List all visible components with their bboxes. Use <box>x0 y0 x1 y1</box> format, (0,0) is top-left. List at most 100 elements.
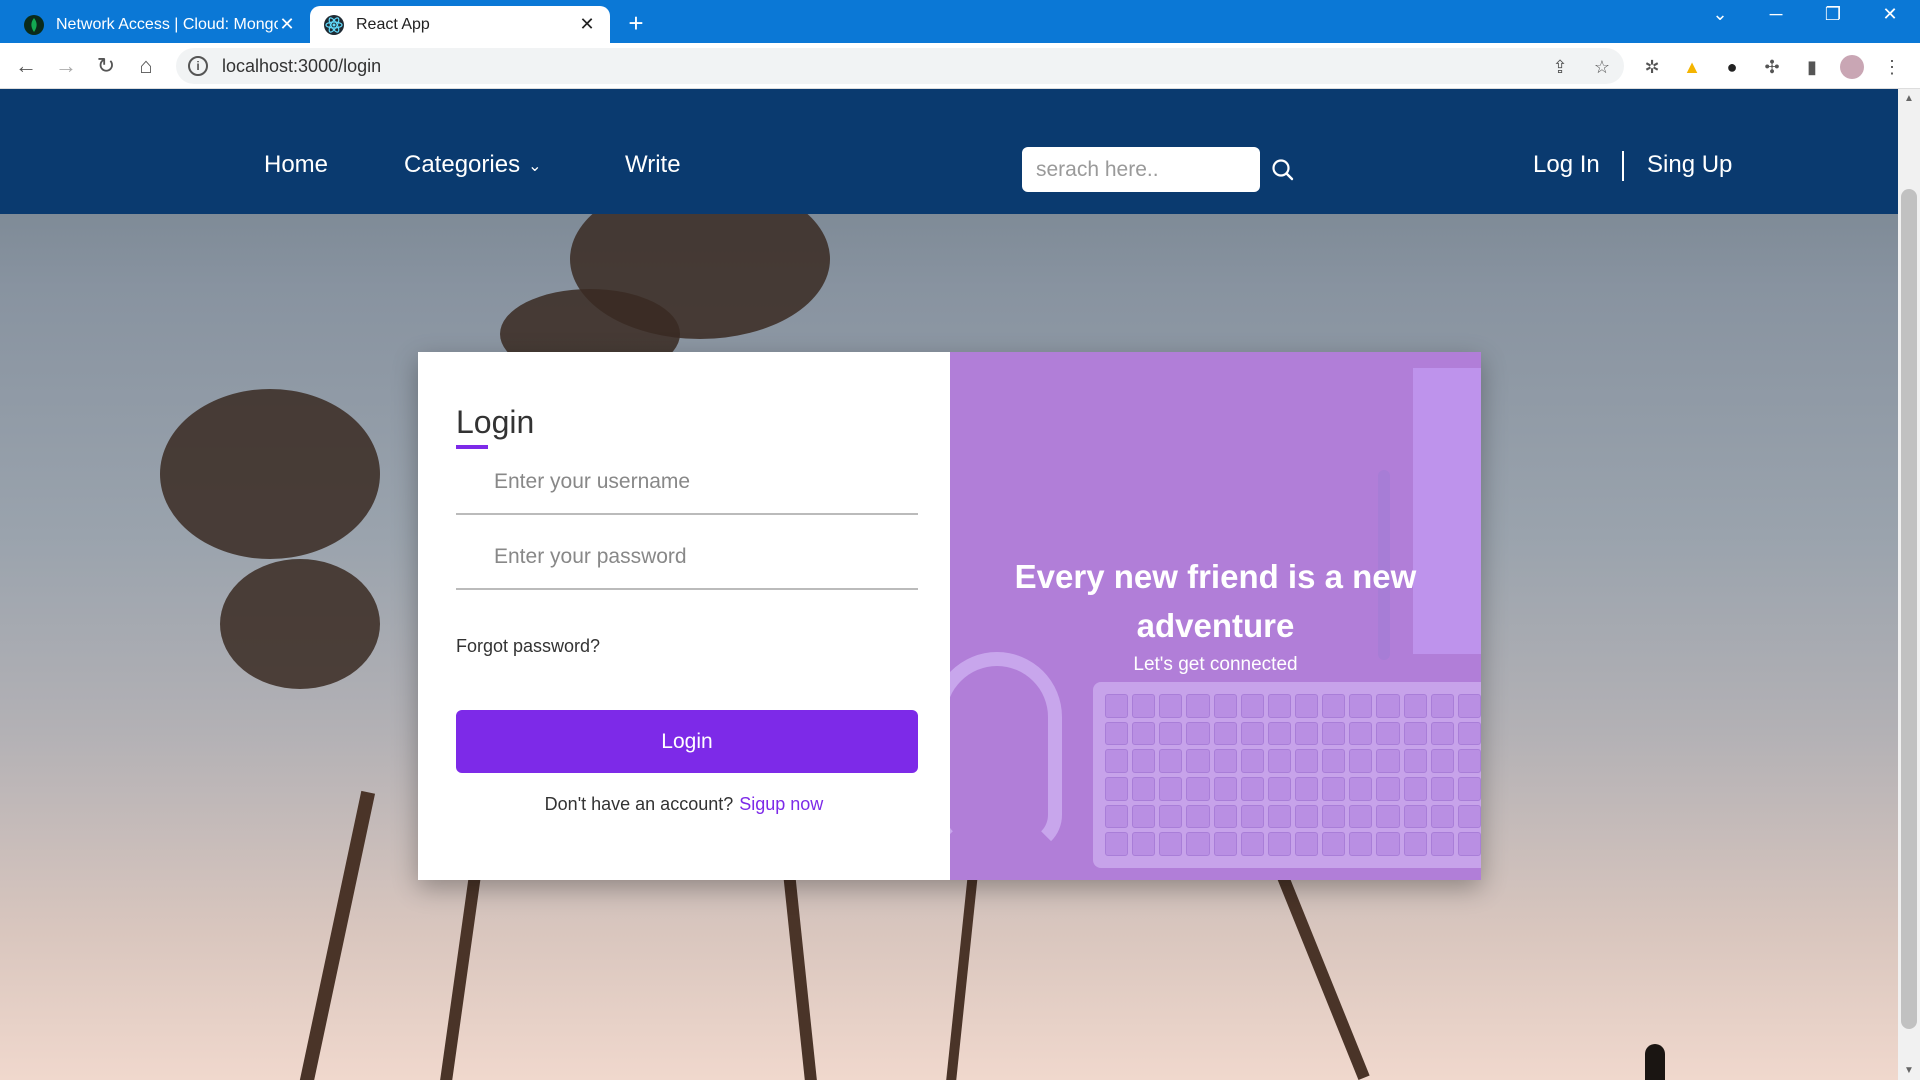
keyboard-key <box>1430 694 1454 718</box>
no-account-text: Don't have an account? <box>544 794 734 814</box>
scroll-down-icon[interactable]: ▼ <box>1903 1065 1915 1076</box>
keyboard-key <box>1403 832 1427 856</box>
nav-divider <box>1622 151 1624 181</box>
keyboard-key <box>1186 832 1210 856</box>
forgot-password-link[interactable]: Forgot password? <box>456 636 600 657</box>
keyboard-key <box>1105 721 1129 746</box>
url-text: localhost:3000/login <box>222 55 382 76</box>
chevron-down-icon: ⌄ <box>528 157 542 175</box>
keyboard-key <box>1430 776 1454 801</box>
search-input[interactable] <box>1022 147 1260 192</box>
keyboard-key <box>1213 721 1237 746</box>
keyboard-key <box>1159 721 1183 746</box>
home-icon[interactable]: ⌂ <box>132 52 160 80</box>
keyboard-key <box>1403 694 1427 718</box>
nav-write[interactable]: Write <box>625 151 681 179</box>
google-drive-icon[interactable]: ▲ <box>1680 55 1704 79</box>
keyboard-image <box>1093 682 1481 868</box>
menu-kebab-icon[interactable]: ⋮ <box>1880 55 1904 79</box>
keyboard-key <box>1159 776 1183 801</box>
tab-react-app[interactable]: React App ✕ <box>310 6 610 43</box>
promo-panel: Every new friend is a new adventure Let'… <box>950 352 1481 880</box>
keyboard-key <box>1322 721 1346 746</box>
keyboard-key <box>1240 721 1264 746</box>
keyboard-key <box>1186 776 1210 801</box>
keyboard-key <box>1213 804 1237 829</box>
bug-extension-icon[interactable]: ✲ <box>1640 55 1664 79</box>
forward-icon[interactable]: → <box>52 52 80 80</box>
reload-icon[interactable]: ↻ <box>92 52 120 80</box>
keyboard-key <box>1213 749 1237 773</box>
minimize-icon[interactable]: ─ <box>1756 4 1796 25</box>
scrollbar-thumb[interactable] <box>1901 189 1917 1029</box>
keyboard-key <box>1132 804 1156 829</box>
keyboard-key <box>1322 804 1346 829</box>
keyboard-key <box>1349 721 1373 746</box>
tree-foliage <box>160 389 380 559</box>
tab-search-icon[interactable]: ⌄ <box>1700 4 1740 25</box>
keyboard-key <box>1132 749 1156 773</box>
keyboard-key <box>1457 694 1481 718</box>
keyboard-key <box>1105 832 1129 856</box>
keyboard-key <box>1159 804 1183 829</box>
profile-avatar[interactable] <box>1840 55 1864 79</box>
keyboard-key <box>1376 832 1400 856</box>
keyboard-key <box>1105 749 1129 773</box>
puzzle-extensions-icon[interactable]: ✣ <box>1760 55 1784 79</box>
restore-icon[interactable]: ❐ <box>1813 4 1853 25</box>
bookmark-star-icon[interactable]: ☆ <box>1590 55 1614 79</box>
scroll-up-icon[interactable]: ▲ <box>1903 93 1915 104</box>
keyboard-key <box>1349 832 1373 856</box>
keyboard-key <box>1240 832 1264 856</box>
keyboard-key <box>1267 694 1291 718</box>
keyboard-key <box>1403 721 1427 746</box>
nav-categories-label: Categories <box>404 151 521 178</box>
keyboard-key <box>1186 804 1210 829</box>
keyboard-key <box>1267 749 1291 773</box>
keyboard-key <box>1105 804 1129 829</box>
keyboard-key <box>1294 749 1319 773</box>
browser-tab-strip: Network Access | Cloud: MongoDB ✕ React … <box>0 0 1920 43</box>
share-icon[interactable]: ⇪ <box>1548 55 1572 79</box>
keyboard-key <box>1240 804 1264 829</box>
login-button[interactable]: Login <box>456 710 918 773</box>
new-tab-button[interactable]: + <box>622 8 650 39</box>
nav-login[interactable]: Log In <box>1533 151 1600 179</box>
close-tab-icon[interactable]: ✕ <box>278 14 296 35</box>
password-input[interactable] <box>456 525 918 590</box>
page-scrollbar[interactable]: ▲ ▼ <box>1898 89 1920 1080</box>
keyboard-key <box>1132 721 1156 746</box>
keyboard-key <box>1294 721 1319 746</box>
address-bar[interactable]: i localhost:3000/login <box>176 48 1624 84</box>
search-icon[interactable] <box>1270 157 1296 183</box>
login-card: Login Forgot password? Login Don't have … <box>418 352 1481 880</box>
site-info-icon[interactable]: i <box>188 56 208 76</box>
keyboard-key <box>1349 749 1373 773</box>
keyboard-key <box>1376 776 1400 801</box>
extension-circle-icon[interactable]: ● <box>1720 55 1744 79</box>
signup-prompt: Don't have an account? Sigup now <box>418 794 950 815</box>
close-tab-icon[interactable]: ✕ <box>578 14 596 35</box>
keyboard-key <box>1294 804 1319 829</box>
nav-categories[interactable]: Categories ⌄ <box>404 151 541 179</box>
back-icon[interactable]: ← <box>12 52 40 80</box>
keyboard-key <box>1376 694 1400 718</box>
keyboard-key <box>1322 694 1346 718</box>
keyboard-key <box>1267 721 1291 746</box>
keyboard-key <box>1159 832 1183 856</box>
tab-mongodb[interactable]: Network Access | Cloud: MongoDB ✕ <box>10 6 310 43</box>
keyboard-key <box>1132 694 1156 718</box>
keyboard-key <box>1105 776 1129 801</box>
keyboard-key <box>1457 832 1481 856</box>
nav-home[interactable]: Home <box>264 151 328 179</box>
side-panel-icon[interactable]: ▮ <box>1800 55 1824 79</box>
nav-signup[interactable]: Sing Up <box>1647 151 1732 179</box>
keyboard-key <box>1132 776 1156 801</box>
close-window-icon[interactable]: ✕ <box>1870 4 1910 25</box>
signup-now-link[interactable]: Sigup now <box>739 794 823 814</box>
username-input[interactable] <box>456 450 918 515</box>
promo-subline: Let's get connected <box>1133 654 1298 675</box>
site-navbar: Home Categories ⌄ Write Log In Sing Up <box>0 89 1898 214</box>
keyboard-key <box>1376 721 1400 746</box>
promo-headline: Every new friend is a new adventure <box>1014 558 1417 644</box>
